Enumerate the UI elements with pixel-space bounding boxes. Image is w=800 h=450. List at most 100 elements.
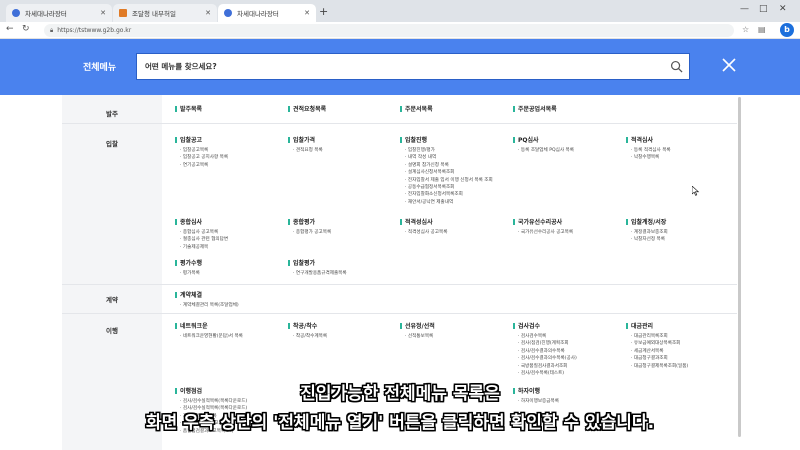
close-window-button[interactable]: ✕ — [779, 4, 787, 14]
menu-item[interactable]: · 네트워크운영현황(문답)서 목록 — [180, 333, 285, 340]
menu-group-title[interactable]: 적격심사 — [626, 135, 736, 144]
menu-group-title[interactable]: 검사검수 — [513, 321, 623, 330]
category-bid: 입찰 — [106, 140, 118, 148]
search-icon[interactable] — [670, 60, 683, 73]
menu-item[interactable]: · 전자입찰화소신청서목록조회 — [405, 191, 510, 198]
menu-group-title[interactable]: 입찰계정/서장 — [626, 217, 736, 226]
menu-item[interactable]: · 내역 작성 내역 — [405, 154, 510, 161]
menu-link[interactable]: 주문서목록 — [400, 104, 510, 113]
menu-item[interactable]: · 착공/착수계목록 — [293, 333, 398, 340]
menu-group: 주문서목록 — [400, 104, 510, 113]
category-contract: 계약 — [106, 296, 118, 304]
tab-close-icon[interactable]: ✕ — [100, 9, 106, 17]
menu-group-title[interactable]: 평가수행 — [175, 258, 285, 267]
menu-item[interactable]: · 연구개발용품규격제출목록 — [293, 270, 398, 277]
video-frame: 차세대나라장터 ✕ 조달청 내부허일 ✕ 차세대나라장터 ✕ + — □ ✕ ←… — [0, 0, 800, 450]
menu-link[interactable]: 견적요청목록 — [288, 104, 398, 113]
menu-group-title[interactable]: 입찰진행 — [400, 135, 510, 144]
bing-chat-icon[interactable]: b — [780, 23, 794, 37]
menu-item[interactable]: · 입찰공고 공지사항 목록 — [180, 154, 285, 161]
maximize-button[interactable]: □ — [759, 4, 768, 14]
menu-group-title[interactable]: 종합심사 — [175, 217, 285, 226]
menu-item[interactable]: · 등록 적격심사 목록 — [631, 147, 736, 154]
menu-group-title[interactable]: 계약체결 — [175, 290, 285, 299]
group-title-label: 네트워크운 — [180, 323, 208, 330]
menu-item[interactable]: · 설계심사신청서목록조회 — [405, 169, 510, 176]
menu-item[interactable]: · 검사/검수결과의수목록 — [518, 348, 623, 355]
tab-close-icon[interactable]: ✕ — [304, 9, 310, 17]
refresh-icon[interactable]: ↻ — [22, 24, 30, 34]
close-menu-icon[interactable] — [721, 57, 737, 73]
group-marker — [288, 105, 290, 112]
menu-group-title[interactable]: 적격성심사 — [400, 217, 510, 226]
menu-group: 적격심사 · 등록 적격심사 목록 · 낙찰수행목록 — [626, 135, 736, 162]
group-marker — [400, 136, 402, 143]
menu-item[interactable]: · 검사/검수결과의수목록(공사) — [518, 355, 623, 362]
menu-item[interactable]: · 대금청구결제목록조회(일품) — [631, 363, 736, 370]
menu-item[interactable]: · 입찰진행/평가 — [405, 147, 510, 154]
menu-item[interactable]: · 국가유선수리공사 공고목록 — [518, 229, 623, 236]
menu-item[interactable]: · 대금청구결과조회 — [631, 355, 736, 362]
browser-tab-2[interactable]: 조달청 내부허일 ✕ — [113, 4, 217, 22]
browser-tab-3-active[interactable]: 차세대나라장터 ✕ — [218, 4, 316, 22]
menu-item[interactable]: · 낙찰수행목록 — [631, 154, 736, 161]
menu-group-title[interactable]: 네트워크운 — [175, 321, 285, 330]
menu-item[interactable]: · 등록 조달업체 PQ심사 목록 — [518, 147, 623, 154]
menu-item[interactable]: · 검사/검수목록(테스트) — [518, 370, 623, 377]
menu-group-title[interactable]: 대금관리 — [626, 321, 736, 330]
menu-item[interactable]: · 계약체결관리 목록(조달업체) — [180, 302, 285, 309]
menu-item[interactable]: · 세금계산서목록 — [631, 348, 736, 355]
url-input[interactable]: 🔒︎ https://tstwww.g2b.go.kr — [44, 24, 734, 37]
group-title-label: 대금관리 — [631, 323, 654, 330]
group-title-label: PQ심사 — [518, 137, 539, 144]
menu-item[interactable]: · 연기공고목록 — [180, 162, 285, 169]
menu-link[interactable]: 주문공업서목록 — [513, 104, 623, 113]
menu-item[interactable]: · 전자입찰서 제출 입서 이행 신청서 목록 조회 — [405, 177, 510, 184]
menu-item[interactable]: · 검사(점검)진행(계획조회 — [518, 340, 623, 347]
menu-search-input[interactable] — [145, 62, 645, 71]
subtitle-line-2: 화면 우측 상단의 '전체메뉴 열기' 버튼을 클릭하면 확인할 수 있습니다. — [145, 413, 655, 433]
menu-item[interactable]: · 선적통보목록 — [405, 333, 510, 340]
menu-group-title[interactable]: PQ심사 — [513, 135, 623, 144]
menu-group-title[interactable]: 입찰가격 — [288, 135, 398, 144]
menu-item[interactable]: · 공동수급협정서목록조회 — [405, 184, 510, 191]
menu-item[interactable]: · 기술제공제목 — [180, 244, 285, 251]
menu-item[interactable]: · 평가목록 — [180, 270, 285, 277]
back-arrow-icon[interactable]: ← — [6, 24, 14, 34]
menu-group: 종합심사 · 종합심사 공고목록 · 절충심사 관련 협의답변 · 기술제공제목 — [175, 217, 285, 251]
menu-link[interactable]: 발주목록 — [175, 104, 285, 113]
menu-item[interactable]: · 유보금예외대상목록조회 — [631, 340, 736, 347]
menu-item[interactable]: · 절충심사 관련 협의답변 — [180, 236, 285, 243]
browser-tab-1[interactable]: 차세대나라장터 ✕ — [6, 4, 112, 22]
menu-item[interactable]: · 적격성심사 공고목록 — [405, 229, 510, 236]
group-marker — [288, 259, 290, 266]
collections-icon[interactable]: ▤ — [758, 25, 766, 34]
favorites-icon[interactable]: ☆ — [742, 25, 749, 34]
menu-search-box[interactable] — [136, 53, 690, 80]
menu-item[interactable]: · 검사검수목록 — [518, 333, 623, 340]
menu-group-title[interactable]: 착공/착수 — [288, 321, 398, 330]
menu-item[interactable]: · 견적요청 목록 — [293, 147, 398, 154]
menu-group: 견적요청목록 — [288, 104, 398, 113]
group-marker — [175, 218, 177, 225]
menu-item[interactable]: · 계정결과보충조회 — [631, 229, 736, 236]
menu-item[interactable]: · 입찰공고목록 — [180, 147, 285, 154]
menu-group-title[interactable]: 국가유선수리공사 — [513, 217, 623, 226]
menu-item[interactable]: · 종합심사 공고목록 — [180, 229, 285, 236]
menu-item[interactable]: · 설명회 참가신청 목록 — [405, 162, 510, 169]
group-marker — [513, 218, 515, 225]
menu-group-title[interactable]: 입찰공고 — [175, 135, 285, 144]
new-tab-button[interactable]: + — [319, 5, 328, 19]
minimize-button[interactable]: — — [740, 4, 749, 14]
menu-item[interactable]: · 낙찰자선정 목록 — [631, 236, 736, 243]
menu-group-title[interactable]: 입찰평가 — [288, 258, 398, 267]
menu-group: 국가유선수리공사 · 국가유선수리공사 공고목록 — [513, 217, 623, 236]
menu-item[interactable]: · 대금관리목록조회 — [631, 333, 736, 340]
menu-group-title[interactable]: 선유정/선적 — [400, 321, 510, 330]
menu-group-title[interactable]: 종합평가 — [288, 217, 398, 226]
menu-item[interactable]: · 재안서/공낙연 제출내역 — [405, 199, 510, 206]
tab-close-icon[interactable]: ✕ — [205, 9, 211, 17]
subtitle-line-1: 진입가능한 전체메뉴 목록은 — [300, 384, 500, 404]
menu-item[interactable]: · 국방품질검사결과서조회 — [518, 363, 623, 370]
menu-item[interactable]: · 종합평가 공고목록 — [293, 229, 398, 236]
